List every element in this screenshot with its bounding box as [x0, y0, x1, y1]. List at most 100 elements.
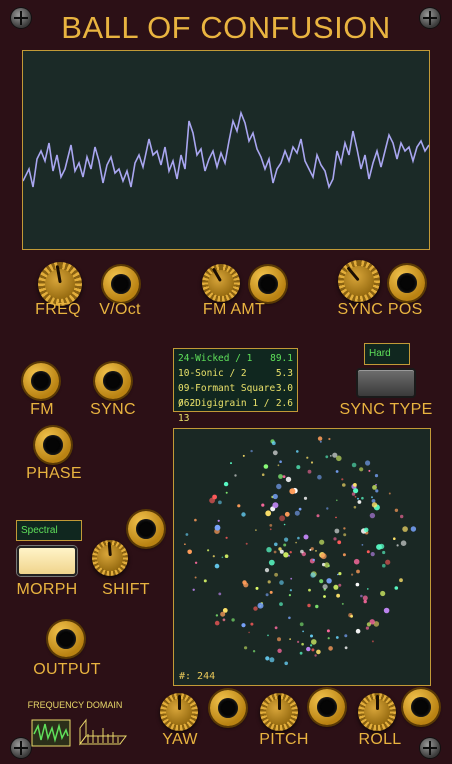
point — [310, 644, 313, 647]
point — [194, 576, 197, 579]
point — [365, 626, 369, 630]
point — [296, 465, 301, 470]
fm-amt-cv-jack[interactable] — [250, 266, 286, 302]
point — [261, 503, 265, 507]
point — [277, 464, 280, 467]
point — [335, 636, 339, 639]
spectrum-icon — [79, 718, 127, 746]
point — [250, 622, 254, 626]
point — [288, 594, 291, 597]
point — [402, 526, 408, 532]
point — [221, 556, 224, 559]
point — [283, 552, 289, 558]
point — [277, 648, 282, 653]
voct-input-jack[interactable] — [103, 266, 139, 302]
point — [353, 483, 357, 487]
point — [319, 440, 322, 443]
sync-pos-cv-jack[interactable] — [389, 265, 425, 301]
logo-text: FREQUENCY DOMAIN — [27, 700, 123, 710]
morph-mode-button[interactable] — [17, 546, 77, 576]
point — [290, 577, 293, 580]
sync-input-jack[interactable] — [95, 363, 131, 399]
point — [237, 504, 241, 508]
point — [383, 607, 390, 614]
point — [257, 602, 264, 609]
sync-pos-knob[interactable] — [338, 260, 380, 302]
point — [302, 630, 304, 633]
point — [311, 648, 315, 652]
point — [315, 550, 317, 552]
point-count: #: 244 — [179, 671, 216, 682]
point — [282, 475, 286, 478]
point — [266, 547, 272, 553]
pitch-cv-jack[interactable] — [309, 689, 345, 725]
point — [371, 496, 373, 499]
morph-mode-display: Spectral — [16, 520, 82, 541]
point — [230, 462, 232, 465]
point — [323, 595, 326, 598]
point — [269, 528, 272, 531]
point — [355, 582, 360, 587]
point — [310, 461, 314, 464]
point — [351, 462, 357, 468]
brand-logo: FREQUENCY DOMAIN — [22, 700, 128, 756]
sync-type-button[interactable] — [356, 368, 416, 398]
phase-input-jack[interactable] — [35, 427, 71, 463]
pitch-label: PITCH — [259, 731, 309, 748]
point — [341, 478, 344, 481]
fm-label: FM — [30, 401, 54, 418]
point — [328, 646, 333, 651]
point — [399, 578, 403, 583]
point — [316, 649, 321, 655]
point — [215, 614, 219, 617]
point — [410, 526, 417, 532]
point — [333, 537, 337, 541]
point — [354, 495, 357, 498]
point — [283, 523, 286, 526]
voct-label: V/Oct — [99, 301, 141, 318]
point — [288, 616, 291, 620]
point — [361, 496, 364, 500]
point — [242, 454, 245, 457]
point — [376, 544, 382, 550]
point — [394, 586, 399, 590]
roll-knob[interactable] — [358, 693, 396, 731]
shift-knob[interactable] — [92, 540, 128, 576]
point — [325, 455, 329, 459]
roll-cv-jack[interactable] — [403, 689, 439, 725]
yaw-cv-jack[interactable] — [210, 690, 246, 726]
shift-cv-jack[interactable] — [128, 511, 164, 547]
point — [297, 536, 300, 540]
point — [203, 579, 207, 583]
point — [338, 572, 342, 576]
sync-type-label: SYNC TYPE — [339, 401, 433, 418]
output-label: OUTPUT — [33, 661, 101, 678]
pitch-knob[interactable] — [260, 693, 298, 731]
fm-input-jack[interactable] — [23, 363, 59, 399]
point — [334, 528, 340, 534]
fm-amt-knob[interactable] — [202, 264, 240, 302]
point — [388, 492, 391, 495]
point — [326, 578, 332, 584]
output-jack[interactable] — [48, 621, 84, 657]
point — [279, 549, 284, 554]
point — [380, 590, 386, 597]
point — [263, 464, 269, 469]
point — [225, 491, 228, 494]
shift-label: SHIFT — [102, 581, 150, 598]
wavetable-list: 24-Wicked / 1 89.1 10-Sonic / 2 5.3 09-For… — [173, 348, 298, 424]
point — [400, 540, 407, 546]
point — [327, 637, 330, 640]
point — [369, 512, 376, 519]
point — [317, 474, 322, 480]
point — [308, 588, 311, 592]
point — [278, 474, 283, 479]
point — [366, 550, 370, 554]
yaw-knob[interactable] — [160, 693, 198, 731]
point — [298, 507, 302, 511]
point — [283, 543, 287, 547]
point — [289, 551, 292, 554]
point — [357, 497, 359, 500]
point — [185, 533, 189, 536]
freq-knob[interactable] — [38, 262, 82, 306]
